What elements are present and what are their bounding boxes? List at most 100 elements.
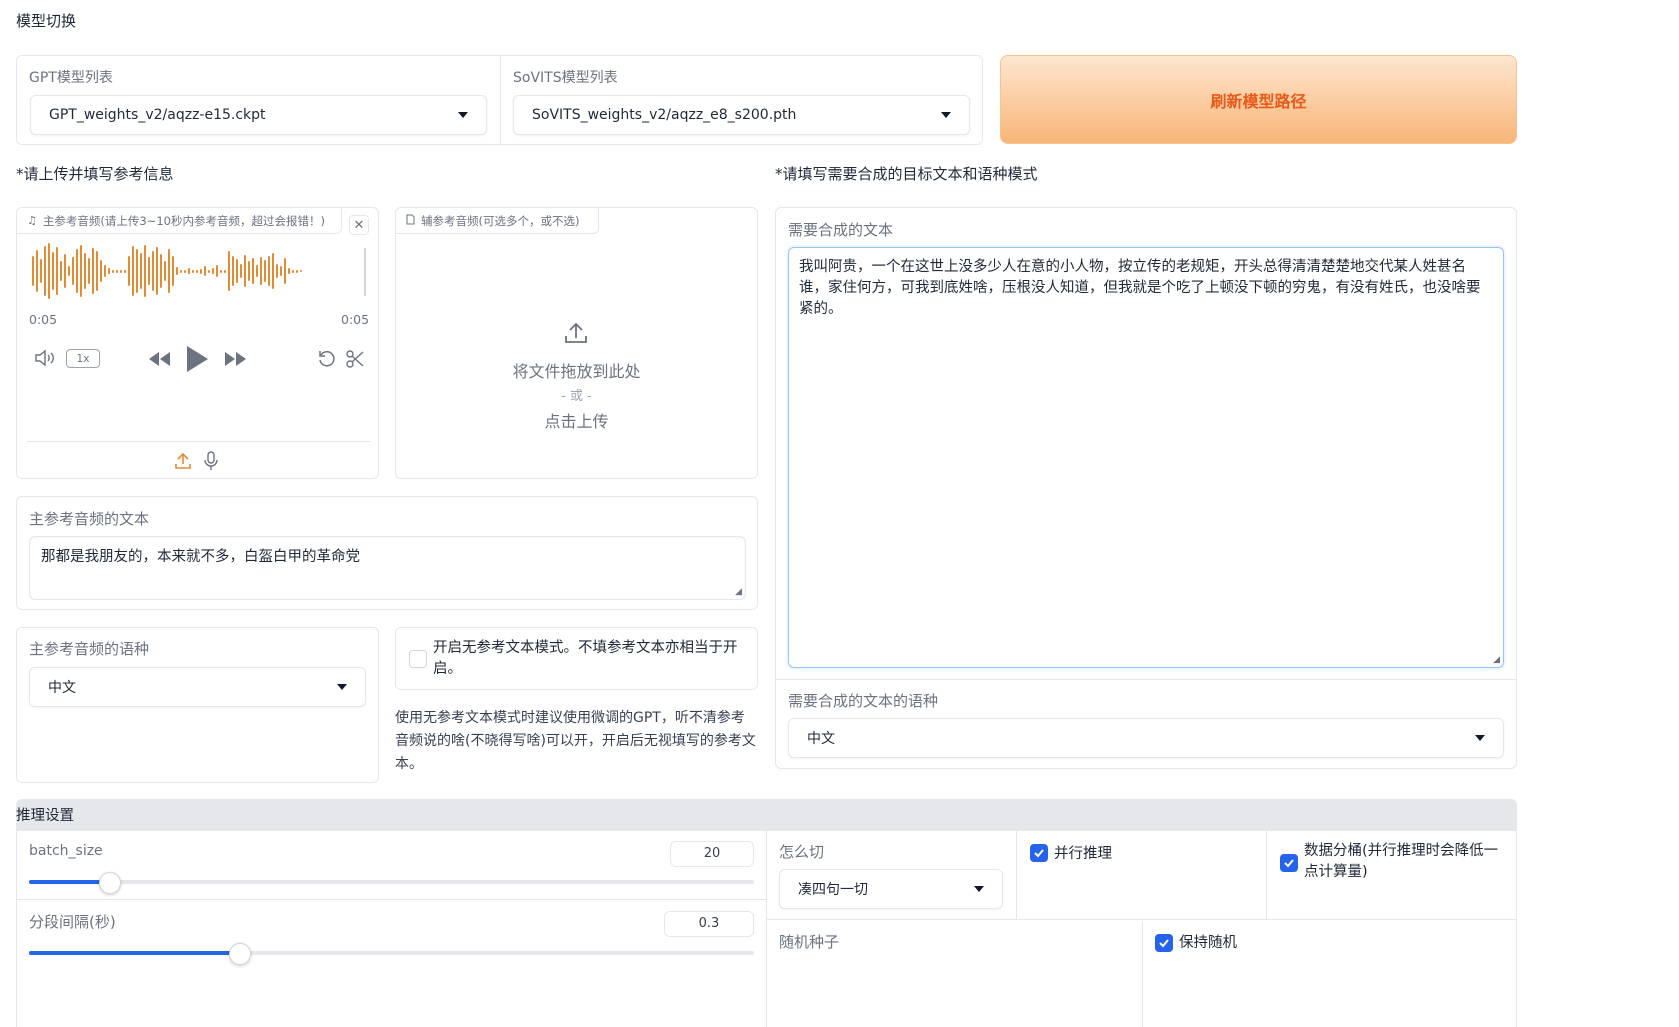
keep-random-checkbox[interactable] [1155, 934, 1173, 952]
waveform-bar [252, 258, 254, 284]
reset-icon[interactable] [317, 349, 337, 373]
waveform-bar [152, 251, 154, 291]
section-title: 模型切换 [16, 12, 77, 30]
divider [27, 441, 370, 442]
divider [776, 679, 1516, 680]
interval-slider-thumb[interactable] [229, 943, 252, 965]
data-bucket-label[interactable]: 数据分桶(并行推理时会降低一点计算量) [1304, 841, 1504, 883]
waveform-bar [148, 257, 150, 285]
interval-label: 分段间隔(秒) [29, 913, 116, 931]
resize-handle-icon[interactable]: ◢ [1493, 655, 1500, 665]
no-reference-mode-label[interactable]: 开启无参考文本模式。不填参考文本亦相当于开启。 [433, 638, 745, 680]
audio-waveform[interactable] [32, 241, 365, 301]
interval-input[interactable]: 0.3 [664, 911, 754, 937]
main-audio-tab-label: 主参考音频(请上传3~10秒内参考音频，超过会报错！) [42, 213, 325, 228]
target-text-label: 需要合成的文本 [788, 221, 894, 239]
waveform-bar [276, 264, 278, 278]
waveform-bar [96, 251, 98, 291]
waveform-bar [36, 250, 38, 292]
sovits-model-value: SoVITS_weights_v2/aqzz_e8_s200.pth [532, 107, 797, 123]
no-reference-mode-checkbox[interactable] [409, 650, 427, 668]
waveform-bar [164, 261, 166, 281]
main-audio-tab: ♫ 主参考音频(请上传3~10秒内参考音频，超过会报错！) [17, 208, 342, 234]
waveform-bar [256, 265, 258, 277]
target-language-dropdown[interactable]: 中文 [788, 718, 1504, 758]
reference-text-input[interactable]: 那都是我朋友的，本来就不多，白盔白甲的革命党 ◢ [29, 536, 746, 600]
volume-icon[interactable] [34, 349, 56, 371]
aux-audio-tab: 辅参考音频(可选多个，或不选) [396, 208, 599, 234]
target-text-panel: 需要合成的文本 我叫阿贵，一个在这世上没多少人在意的小人物，按立传的老规矩，开头… [775, 207, 1517, 769]
upload-icon[interactable] [175, 452, 191, 474]
trim-scissors-icon[interactable] [345, 349, 365, 373]
cut-method-label: 怎么切 [779, 843, 825, 861]
playback-speed-button[interactable]: 1x [66, 349, 100, 368]
microphone-icon[interactable] [203, 451, 219, 475]
music-note-icon: ♫ [27, 214, 37, 227]
waveform-bar [128, 256, 130, 286]
waveform-bar [224, 269, 226, 273]
play-icon[interactable] [185, 345, 209, 377]
data-bucket-control: 数据分桶(并行推理时会降低一点计算量) [1267, 831, 1517, 920]
or-text: - 或 - [561, 389, 592, 404]
waveform-bar [40, 259, 42, 283]
waveform-bar [68, 266, 70, 276]
main-reference-audio-panel: ♫ 主参考音频(请上传3~10秒内参考音频，超过会报错！) ✕ 0:05 0:0… [16, 207, 379, 479]
reference-info-heading: *请上传并填写参考信息 [16, 165, 174, 183]
waveform-bar [272, 253, 274, 289]
waveform-bar [172, 256, 174, 286]
waveform-bar [228, 251, 230, 291]
current-time: 0:05 [29, 312, 58, 327]
target-text-heading: *请填写需要合成的目标文本和语种模式 [775, 165, 1038, 183]
close-icon[interactable]: ✕ [349, 215, 369, 235]
model-selector-panel: GPT模型列表 GPT_weights_v2/aqzz-e15.ckpt SoV… [16, 55, 983, 145]
aux-reference-audio-panel[interactable]: 辅参考音频(可选多个，或不选) 将文件拖放到此处 - 或 - 点击上传 [395, 207, 758, 479]
rewind-icon[interactable] [147, 350, 171, 372]
random-seed-label: 随机种子 [779, 933, 840, 951]
waveform-bar [120, 269, 122, 273]
resize-handle-icon[interactable]: ◢ [735, 587, 742, 597]
waveform-bar [72, 257, 74, 285]
waveform-bar [112, 269, 114, 273]
batch-size-slider-thumb[interactable] [98, 872, 121, 894]
sovits-model-label: SoVITS模型列表 [513, 70, 618, 86]
waveform-bar [64, 254, 66, 288]
reference-language-label: 主参考音频的语种 [29, 640, 150, 658]
waveform-bar [32, 256, 34, 286]
waveform-bar [116, 269, 118, 273]
refresh-model-path-button[interactable]: 刷新模型路径 [1000, 55, 1517, 144]
sovits-model-dropdown[interactable]: SoVITS_weights_v2/aqzz_e8_s200.pth [513, 95, 970, 135]
waveform-bar [232, 256, 234, 286]
keep-random-label[interactable]: 保持随机 [1179, 931, 1237, 952]
parallel-inference-label[interactable]: 并行推理 [1054, 842, 1112, 863]
waveform-bar [180, 269, 182, 273]
waveform-bar [156, 247, 158, 295]
gpt-model-dropdown[interactable]: GPT_weights_v2/aqzz-e15.ckpt [30, 95, 487, 135]
waveform-bar [60, 261, 62, 281]
batch-size-input[interactable]: 20 [670, 841, 754, 867]
interval-slider[interactable] [29, 943, 754, 965]
waveform-bar [84, 253, 86, 289]
no-reference-mode-hint: 使用无参考文本模式时建议使用微调的GPT，听不清参考音频说的啥(不晓得写啥)可以… [395, 710, 756, 772]
waveform-bar [100, 260, 102, 282]
click-upload-text: 点击上传 [544, 412, 609, 431]
fast-forward-icon[interactable] [224, 350, 248, 372]
batch-size-slider-fill [29, 880, 109, 884]
gpt-model-value: GPT_weights_v2/aqzz-e15.ckpt [49, 107, 266, 123]
parallel-inference-checkbox[interactable] [1030, 844, 1048, 862]
inference-settings-header[interactable]: 推理设置 [16, 799, 1517, 831]
waveform-bar [216, 265, 218, 277]
reference-language-dropdown[interactable]: 中文 [29, 667, 366, 707]
data-bucket-checkbox[interactable] [1280, 854, 1298, 872]
reference-text-value: 那都是我朋友的，本来就不多，白盔白甲的革命党 [41, 549, 360, 565]
total-time: 0:05 [341, 312, 370, 327]
batch-size-slider[interactable] [29, 872, 754, 894]
target-text-input[interactable]: 我叫阿贵，一个在这世上没多少人在意的小人物，按立传的老规矩，开头总得清清楚楚地交… [788, 247, 1504, 668]
waveform-bar [288, 268, 290, 274]
waveform-bar [136, 249, 138, 293]
cut-method-dropdown[interactable]: 凑四句一切 [779, 869, 1003, 909]
random-seed-control: 随机种子 [767, 921, 1142, 1027]
waveform-bar [132, 246, 134, 296]
waveform-bar [92, 248, 94, 294]
waveform-bar [176, 267, 178, 275]
waveform-cursor [364, 248, 366, 296]
